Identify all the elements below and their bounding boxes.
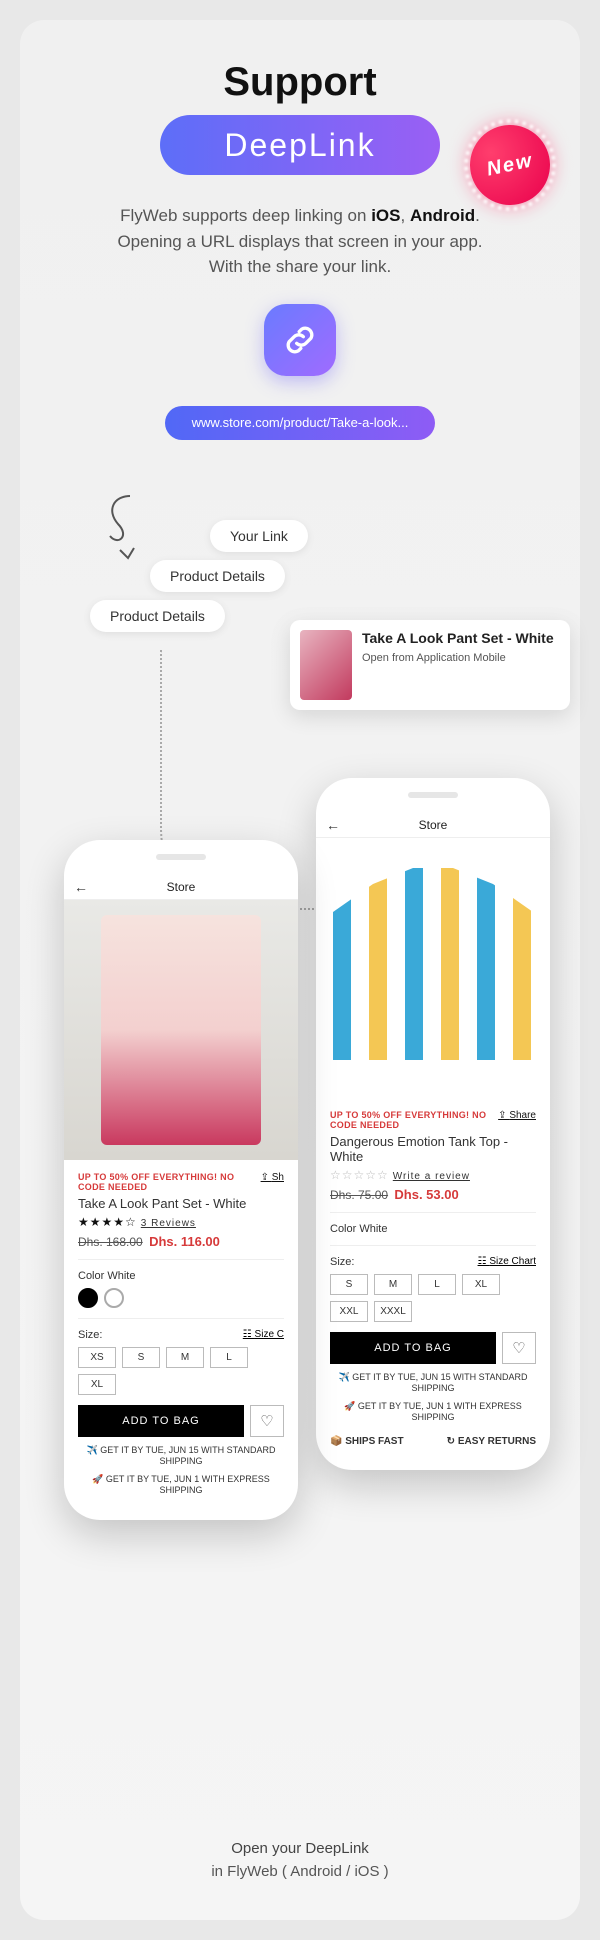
your-link-label: Your Link: [210, 520, 308, 552]
size-chart-link[interactable]: ☷ Size Chart: [478, 1256, 536, 1267]
deeplink-pill: DeepLink New: [160, 115, 440, 175]
add-to-bag-button[interactable]: ADD TO BAG: [78, 1405, 244, 1437]
size-option[interactable]: XXXL: [374, 1301, 412, 1322]
wishlist-button[interactable]: ♡: [502, 1332, 536, 1364]
price-old: Dhs. 75.00: [330, 1188, 388, 1202]
deeplink-text: DeepLink: [224, 127, 375, 164]
write-review-link[interactable]: Write a review: [393, 1171, 470, 1182]
size-option[interactable]: S: [330, 1274, 368, 1295]
size-option[interactable]: M: [374, 1274, 412, 1295]
share-link[interactable]: ⇪ Sh: [261, 1172, 284, 1183]
shipping-info: ✈️ GET IT BY TUE, JUN 15 WITH STANDARD S…: [330, 1372, 536, 1393]
notification-title: Take A Look Pant Set - White: [362, 630, 554, 646]
easy-returns-badge: ↻ EASY RETURNS: [447, 1436, 536, 1447]
color-label: Color White: [78, 1270, 284, 1282]
description: FlyWeb supports deep linking on iOS, And…: [50, 203, 550, 280]
color-label: Color White: [330, 1223, 536, 1235]
product-title: Take A Look Pant Set - White: [78, 1196, 284, 1211]
app-bar: ← Store: [64, 874, 298, 900]
size-chart-link[interactable]: ☷ Size C: [243, 1329, 284, 1340]
size-option[interactable]: XL: [78, 1374, 116, 1395]
wishlist-button[interactable]: ♡: [250, 1405, 284, 1437]
promo-page: Support DeepLink New FlyWeb supports dee…: [20, 20, 580, 1920]
desc-line3: With the share your link.: [209, 257, 391, 276]
color-swatch-black[interactable]: [78, 1288, 98, 1308]
ships-fast-badge: 📦 SHIPS FAST: [330, 1436, 404, 1447]
price-new: Dhs. 53.00: [394, 1187, 458, 1202]
desc-android: Android: [410, 206, 475, 225]
back-icon[interactable]: ←: [326, 817, 340, 833]
app-title: Store: [419, 818, 448, 832]
share-link[interactable]: ⇪ Share: [498, 1110, 536, 1121]
shipping-info: 🚀 GET IT BY TUE, JUN 1 WITH EXPRESS SHIP…: [78, 1474, 284, 1495]
price-old: Dhs. 168.00: [78, 1235, 143, 1249]
rating-stars[interactable]: ★★★★☆3 Reviews: [78, 1215, 284, 1229]
product-details-label-2: Product Details: [90, 600, 225, 632]
new-badge: New: [463, 118, 558, 213]
rating-stars[interactable]: ☆☆☆☆☆Write a review: [330, 1168, 536, 1182]
product-details-label-1: Product Details: [150, 560, 285, 592]
color-swatch-white[interactable]: [104, 1288, 124, 1308]
size-option[interactable]: L: [210, 1347, 248, 1368]
shipping-info: 🚀 GET IT BY TUE, JUN 1 WITH EXPRESS SHIP…: [330, 1401, 536, 1422]
app-title: Store: [167, 880, 196, 894]
shipping-info: ✈️ GET IT BY TUE, JUN 15 WITH STANDARD S…: [78, 1445, 284, 1466]
new-badge-text: New: [485, 149, 536, 181]
desc-period: .: [475, 206, 480, 225]
size-option[interactable]: XL: [462, 1274, 500, 1295]
phone-mockup-left: ← Store ⇪ Sh UP TO 50% OFF EVERYTHING! N…: [64, 840, 298, 1520]
promo-text: UP TO 50% OFF EVERYTHING! NO CODE NEEDED: [78, 1172, 284, 1192]
size-option[interactable]: XS: [78, 1347, 116, 1368]
phone-mockup-right: ← Store ⇪ Share UP TO 50% OFF EVERYTHING…: [316, 778, 550, 1470]
price-new: Dhs. 116.00: [149, 1234, 220, 1249]
desc-sep: ,: [401, 206, 410, 225]
size-option[interactable]: L: [418, 1274, 456, 1295]
size-option[interactable]: M: [166, 1347, 204, 1368]
reviews-link[interactable]: 3 Reviews: [141, 1218, 196, 1229]
size-option[interactable]: S: [122, 1347, 160, 1368]
curly-arrow-icon: [100, 490, 150, 560]
notification-subtitle: Open from Application Mobile: [362, 652, 554, 664]
support-heading: Support: [20, 60, 580, 105]
size-options: S M L XL XXL XXXL: [330, 1274, 536, 1322]
product-title: Dangerous Emotion Tank Top - White: [330, 1134, 536, 1164]
footer-line1: Open your DeepLink: [20, 1840, 580, 1857]
desc-ios: iOS: [371, 206, 400, 225]
desc-line2: Opening a URL displays that screen in yo…: [117, 232, 482, 251]
footer-line2: in FlyWeb ( Android / iOS ): [20, 1863, 580, 1880]
product-image[interactable]: [316, 838, 550, 1098]
size-options: XS S M L XL: [78, 1347, 284, 1395]
back-icon[interactable]: ←: [74, 879, 88, 895]
url-pill[interactable]: www.store.com/product/Take-a-look...: [165, 406, 435, 440]
footer-text: Open your DeepLink in FlyWeb ( Android /…: [20, 1840, 580, 1880]
add-to-bag-button[interactable]: ADD TO BAG: [330, 1332, 496, 1364]
app-bar: ← Store: [316, 812, 550, 838]
link-icon: [264, 304, 336, 376]
size-option[interactable]: XXL: [330, 1301, 368, 1322]
product-image[interactable]: [64, 900, 298, 1160]
desc-part: FlyWeb supports deep linking on: [120, 206, 371, 225]
